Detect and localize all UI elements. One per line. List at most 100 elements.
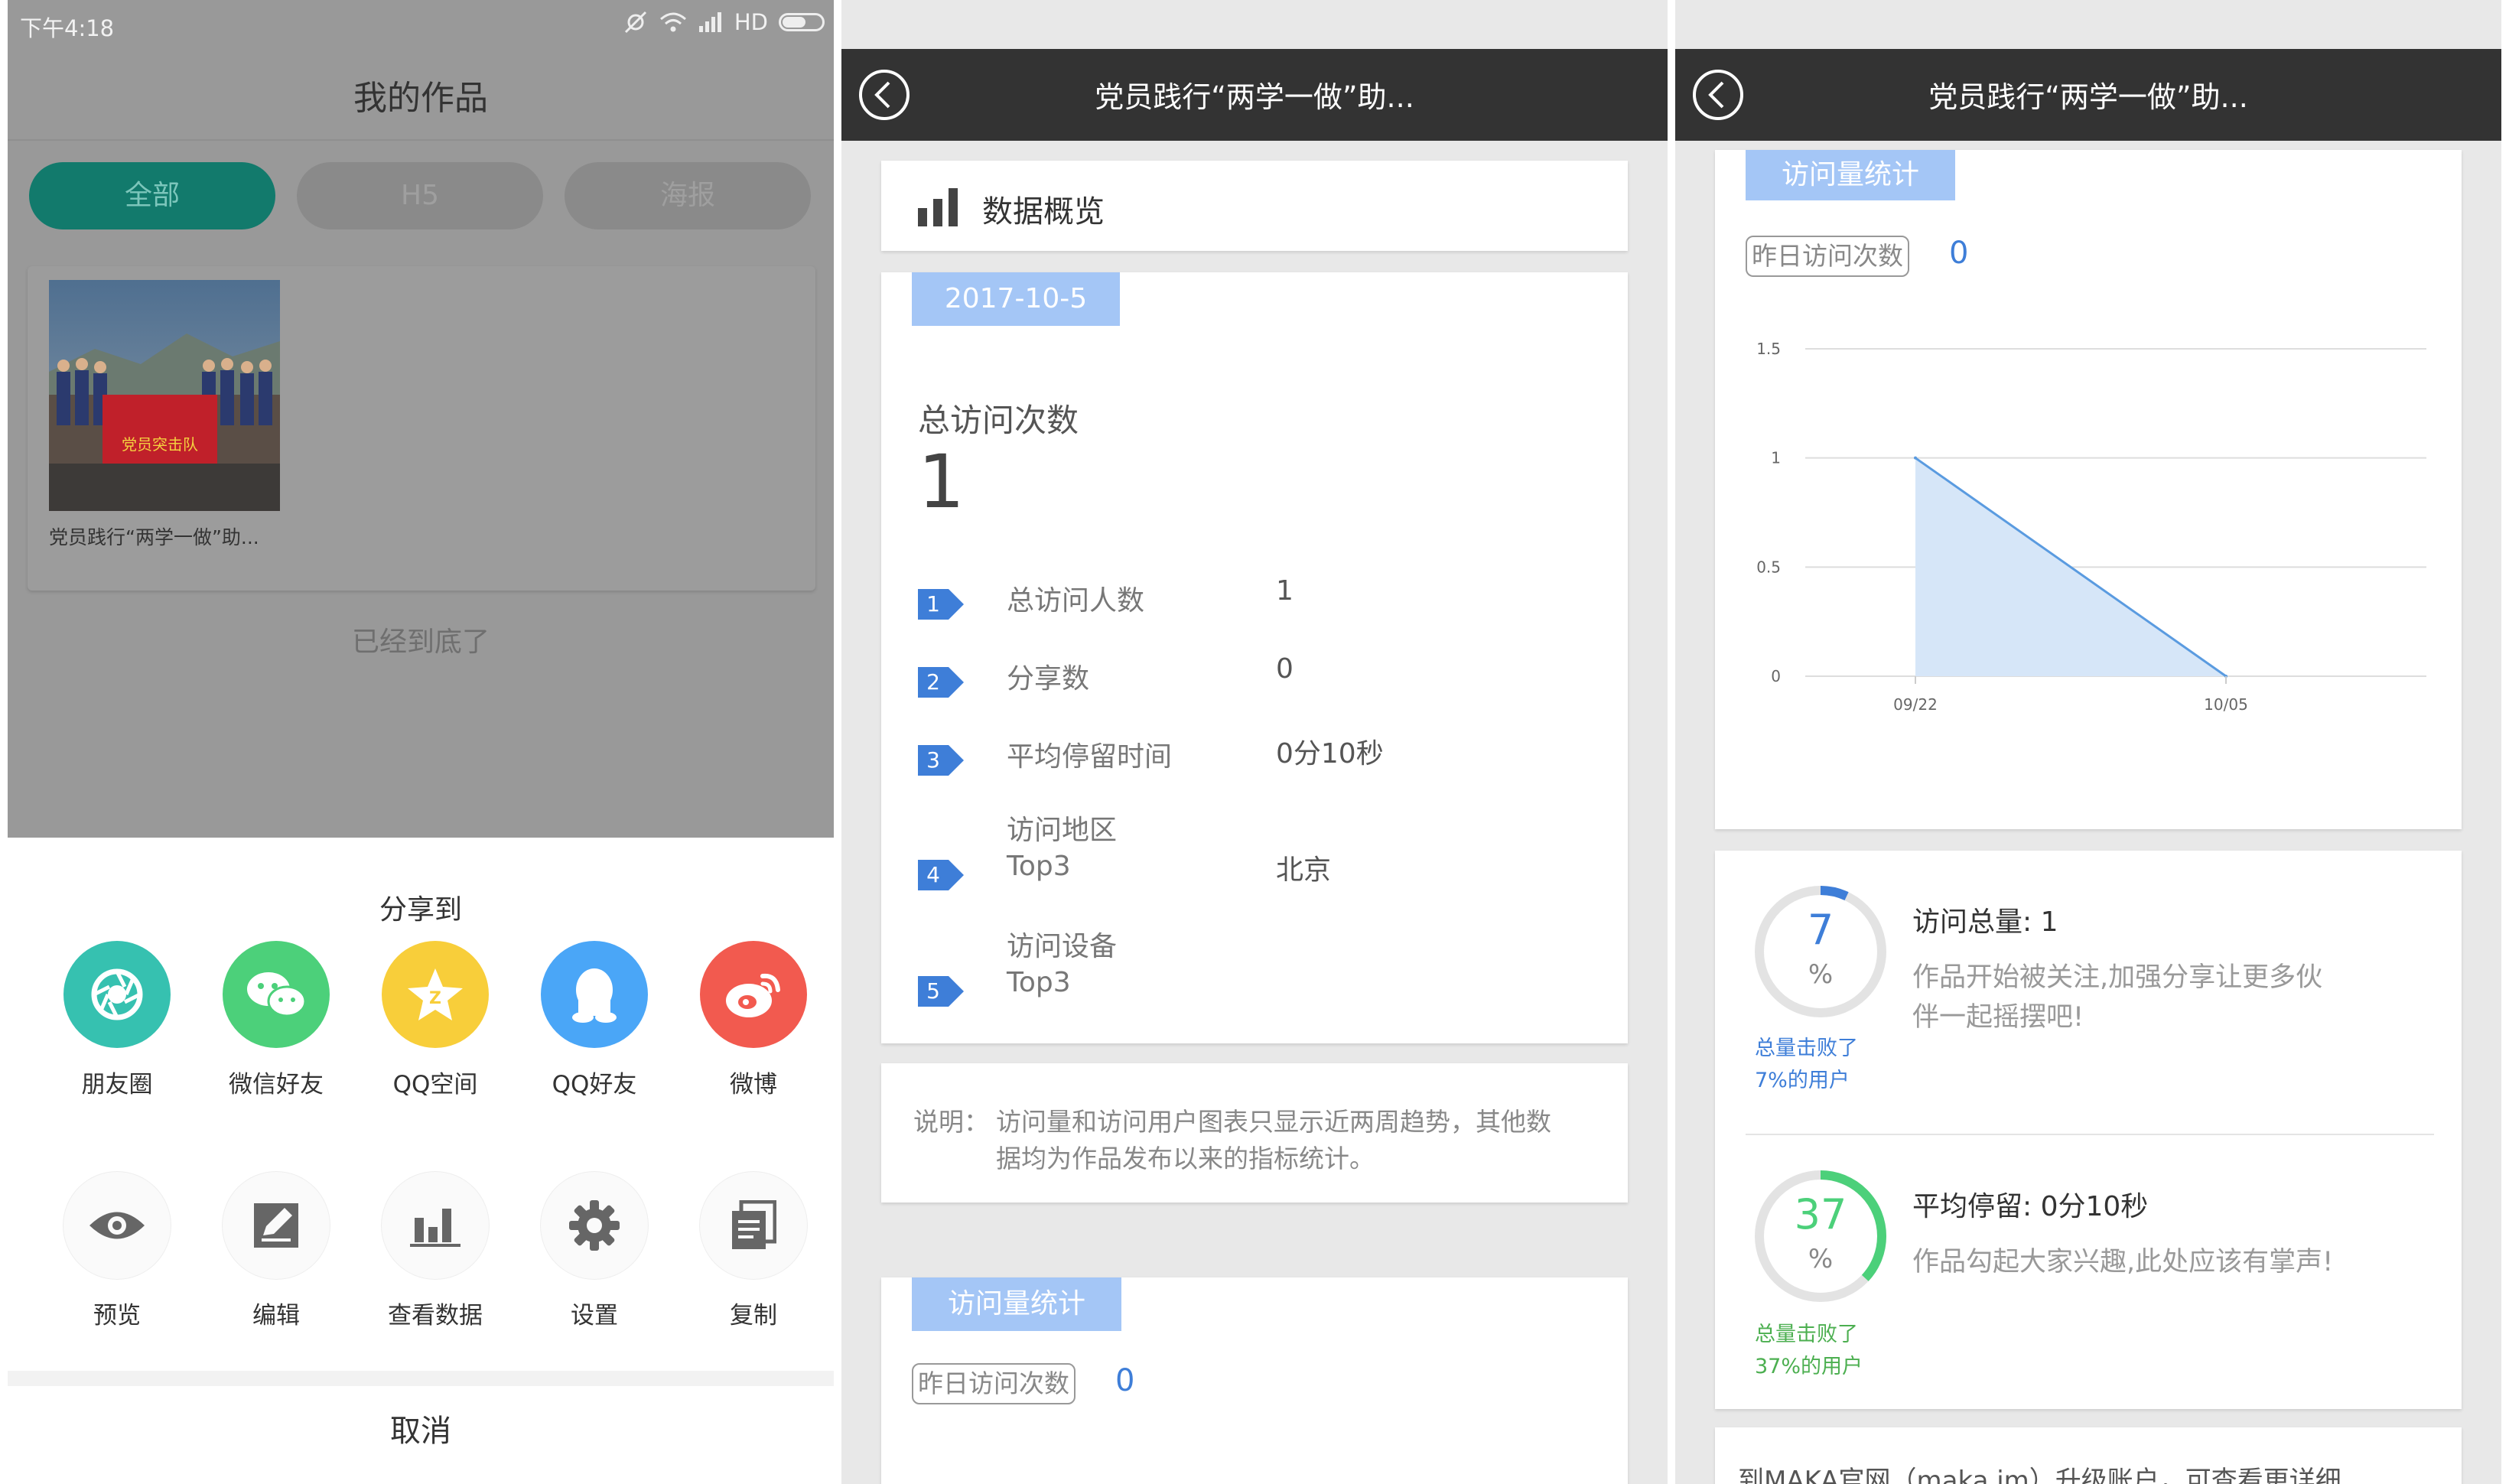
beat-text: 总量击败了: [1755, 1323, 1858, 1346]
section-title: 数据概览: [982, 194, 1105, 229]
share-label: 微博: [730, 1071, 777, 1098]
y-tick-label: 0.5: [1756, 558, 1781, 576]
divider: [8, 139, 834, 141]
note-line: 访问量和访问用户图表只显示近两周趋势，其他数: [996, 1107, 1551, 1137]
share-weibo-button[interactable]: 微博: [685, 941, 822, 1099]
nav-title: 党员践行“两学一做”助...: [1928, 80, 2248, 114]
preview-button[interactable]: 预览: [48, 1172, 186, 1330]
visits-total-title: 访问总量: 1: [1912, 906, 2058, 938]
divider: [8, 1371, 834, 1386]
stay-desc-line: 作品勾起大家兴趣,此处应该有掌声!: [1912, 1247, 2334, 1277]
row-badge: 5: [918, 976, 964, 1007]
row-value: 北京: [1276, 854, 1332, 886]
weibo-icon: [700, 941, 807, 1048]
wifi-icon: [659, 12, 686, 32]
action-label: 查看数据: [388, 1302, 483, 1329]
action-label: 预览: [93, 1302, 141, 1329]
action-label: 设置: [571, 1302, 618, 1329]
share-sheet-title: 分享到: [379, 894, 462, 926]
edit-button[interactable]: 编辑: [207, 1172, 345, 1330]
share-label: 朋友圈: [81, 1071, 153, 1098]
row-label: 平均停留时间: [1007, 741, 1173, 773]
row-value: 0: [1276, 653, 1294, 685]
row-label-line1: 访问设备: [1007, 931, 1118, 962]
yesterday-visits-value: 0: [1115, 1363, 1135, 1398]
ring-percent-unit: %: [1808, 959, 1834, 990]
copy-icon: [700, 1172, 807, 1279]
beat-text: 37%的用户: [1755, 1355, 1863, 1378]
total-visits-label: 总访问次数: [918, 402, 1079, 439]
upgrade-tip-text: 到MAKA官网（maka.im）升级账户，可查看更详细: [1738, 1466, 2341, 1484]
row-badge: 1: [918, 589, 964, 620]
work-thumbnail[interactable]: 党员突击队: [49, 280, 280, 511]
stay-title: 平均停留: 0分10秒: [1912, 1191, 2149, 1222]
bar-chart-icon: [918, 188, 958, 226]
work-title: 党员践行“两学一做”助...: [49, 526, 259, 548]
mute-alarm-icon: [624, 11, 646, 34]
total-visits-value: 1: [918, 439, 965, 525]
x-tick-label: 09/22: [1893, 695, 1938, 714]
row-value: 1: [1276, 575, 1294, 607]
share-label: QQ好友: [552, 1071, 637, 1098]
x-tick-label: 10/05: [2204, 695, 2248, 714]
y-tick-label: 1: [1771, 449, 1781, 467]
row-label: 总访问人数: [1007, 585, 1145, 617]
stats-tag: 访问量统计: [912, 1277, 1121, 1331]
share-sheet-screen: 下午4:18 HD 我的作品 全部 H5 海报 党员突击队 党员践行“两学一做”…: [8, 0, 834, 1484]
share-wechat-button[interactable]: 微信好友: [207, 941, 345, 1099]
status-bar: 下午4:18 HD: [8, 0, 834, 44]
svg-text:Z: Z: [429, 989, 441, 1008]
battery-icon: [779, 13, 825, 31]
tab-h5[interactable]: H5: [297, 162, 543, 229]
beat-text: 总量击败了: [1755, 1037, 1858, 1060]
status-time: 下午4:18: [20, 15, 115, 41]
page-title: 我的作品: [353, 79, 488, 118]
overview-card: 2017-10-5 总访问次数 1 1 总访问人数 1 2 分享数 0 3 平均…: [881, 272, 1628, 1043]
eye-icon: [63, 1172, 171, 1279]
wechat-icon: [223, 941, 330, 1048]
row-badge: 2: [918, 667, 964, 698]
ring-percent-unit: %: [1808, 1244, 1834, 1274]
edit-icon: [223, 1172, 330, 1279]
y-tick-label: 0: [1771, 667, 1781, 685]
action-label: 复制: [730, 1302, 777, 1329]
row-label-line1: 访问地区: [1007, 815, 1118, 846]
row-label: 分享数: [1007, 663, 1090, 695]
work-card[interactable]: 党员突击队 党员践行“两学一做”助...: [28, 266, 815, 591]
signal-icon: [698, 12, 721, 32]
note-line: 据均为作品发布以来的指标统计。: [996, 1144, 1375, 1173]
nav-title: 党员践行“两学一做”助...: [1095, 80, 1414, 114]
yesterday-visits-label: 昨日访问次数: [912, 1363, 1076, 1404]
data-overview-screen: 党员践行“两学一做”助... 数据概览 2017-10-5 总访问次数 1 1 …: [841, 0, 1668, 1484]
visit-stats-screen: 党员践行“两学一做”助... 访问量统计 昨日访问次数 0 0 0.5 1 1.5 09…: [1675, 0, 2501, 1484]
action-label: 编辑: [252, 1302, 300, 1329]
qq-icon: [541, 941, 648, 1048]
y-tick-label: 1.5: [1756, 340, 1781, 358]
share-qzone-button[interactable]: Z QQ空间: [366, 941, 504, 1099]
share-moments-button[interactable]: 朋友圈: [48, 941, 186, 1099]
row-label-line2: Top3: [1007, 851, 1071, 882]
yesterday-visits-value: 0: [1949, 236, 1969, 271]
settings-button[interactable]: 设置: [526, 1172, 663, 1330]
tab-all[interactable]: 全部: [29, 162, 275, 229]
cancel-button[interactable]: 取消: [8, 1406, 834, 1450]
ring-percent: 7: [1807, 906, 1834, 954]
date-tag: 2017-10-5: [912, 272, 1120, 326]
row-label-line2: Top3: [1007, 967, 1071, 998]
share-qq-button[interactable]: QQ好友: [526, 941, 663, 1099]
banner-text: 党员突击队: [122, 435, 198, 454]
view-data-button[interactable]: 查看数据: [366, 1172, 504, 1330]
visit-chart-card: 访问量统计 昨日访问次数 0 0 0.5 1 1.5 09/22 10/05: [1715, 150, 2462, 829]
gear-icon: [541, 1172, 648, 1279]
nav-bar: 党员践行“两学一做”助...: [1675, 49, 2501, 141]
note-prefix: 说明：: [913, 1107, 989, 1137]
copy-button[interactable]: 复制: [685, 1172, 822, 1330]
visit-stats-card: 访问量统计 昨日访问次数 0: [881, 1277, 1628, 1484]
visit-area-chart: 0 0.5 1 1.5 09/22 10/05: [1756, 340, 2426, 714]
visits-desc-line: 作品开始被关注,加强分享让更多伙: [1912, 962, 2323, 993]
network-type: HD: [734, 9, 768, 35]
yesterday-visits-label: 昨日访问次数: [1746, 236, 1909, 277]
visits-desc-line: 伴一起摇摆吧!: [1912, 1002, 2084, 1033]
tab-poster[interactable]: 海报: [565, 162, 811, 229]
upgrade-tip-card: 到MAKA官网（maka.im）升级账户，可查看更详细: [1715, 1427, 2462, 1484]
